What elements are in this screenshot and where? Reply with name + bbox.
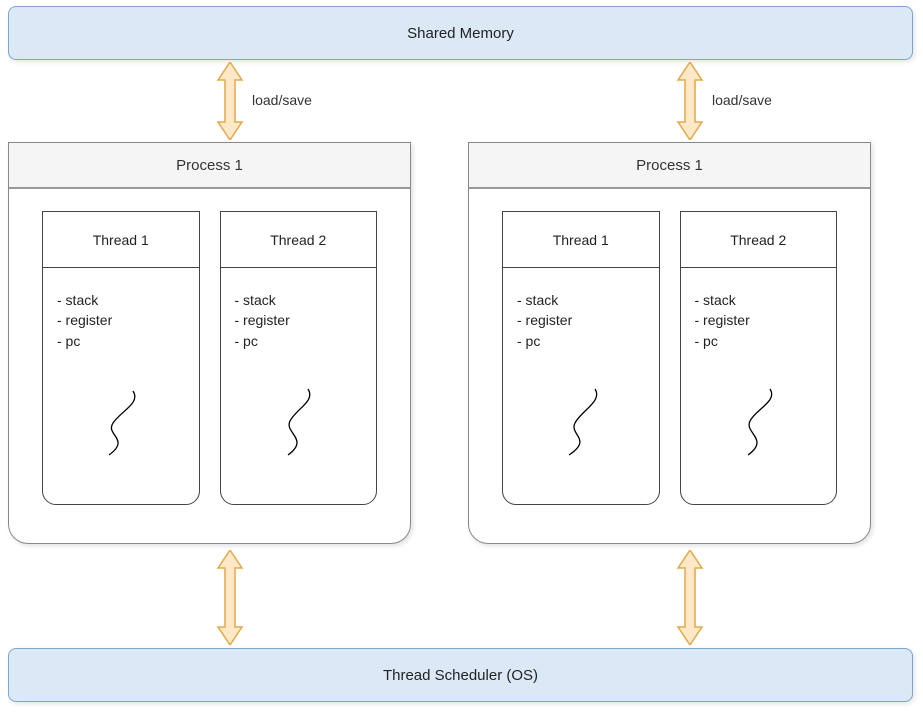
thread-scheduler-label: Thread Scheduler (OS) xyxy=(383,667,538,684)
process-1-thread-2-register: - register xyxy=(235,310,363,330)
process-2-thread-2-register: - register xyxy=(695,310,823,330)
process-2-thread-2-stack: - stack xyxy=(695,290,823,310)
arrow-top-right xyxy=(676,62,704,145)
process-2-thread-1-register: - register xyxy=(517,310,645,330)
process-1-thread-2: Thread 2 - stack - register - pc xyxy=(220,211,378,505)
process-2-header: Process 1 xyxy=(469,143,870,189)
process-2-thread-2-content: - stack - register - pc xyxy=(681,268,837,504)
process-1-thread-2-stack: - stack xyxy=(235,290,363,310)
thread-scheduler-box: Thread Scheduler (OS) xyxy=(8,648,913,702)
process-1-thread-1-register: - register xyxy=(57,310,185,330)
process-2-thread-2: Thread 2 - stack - register - pc xyxy=(680,211,838,505)
process-2-thread-1-squiggle xyxy=(517,351,645,494)
process-1-thread-1-squiggle xyxy=(57,351,185,494)
process-1-thread-2-pc: - pc xyxy=(235,331,363,351)
process-1-thread-2-content: - stack - register - pc xyxy=(221,268,377,504)
process-1-thread-2-title: Thread 2 xyxy=(221,212,377,268)
process-1-header: Process 1 xyxy=(9,143,410,189)
process-1-thread-1-content: - stack - register - pc xyxy=(43,268,199,504)
process-1-box: Process 1 Thread 1 - stack - register - … xyxy=(8,142,411,544)
process-2-thread-2-squiggle xyxy=(695,351,823,494)
shared-memory-box: Shared Memory xyxy=(8,6,913,60)
process-2-title: Process 1 xyxy=(636,157,703,174)
process-1-thread-1-pc: - pc xyxy=(57,331,185,351)
shared-memory-label: Shared Memory xyxy=(407,25,514,42)
process-2-thread-1-title: Thread 1 xyxy=(503,212,659,268)
process-1-thread-1-stack: - stack xyxy=(57,290,185,310)
process-2-body: Thread 1 - stack - register - pc Thread … xyxy=(469,189,870,527)
process-1-thread-1: Thread 1 - stack - register - pc xyxy=(42,211,200,505)
diagram-canvas: { "shared_memory": { "label": "Shared Me… xyxy=(0,0,923,723)
process-1-body: Thread 1 - stack - register - pc Thread … xyxy=(9,189,410,527)
process-2-thread-1: Thread 1 - stack - register - pc xyxy=(502,211,660,505)
arrow-top-right-label: load/save xyxy=(712,92,772,108)
arrow-top-left-label: load/save xyxy=(252,92,312,108)
process-2-thread-2-title: Thread 2 xyxy=(681,212,837,268)
process-1-thread-1-title: Thread 1 xyxy=(43,212,199,268)
process-1-title: Process 1 xyxy=(176,157,243,174)
arrow-bottom-left xyxy=(216,550,244,650)
arrow-bottom-right xyxy=(676,550,704,650)
process-2-thread-1-stack: - stack xyxy=(517,290,645,310)
arrow-top-left xyxy=(216,62,244,145)
process-2-box: Process 1 Thread 1 - stack - register - … xyxy=(468,142,871,544)
process-1-thread-2-squiggle xyxy=(235,351,363,494)
process-2-thread-2-pc: - pc xyxy=(695,331,823,351)
process-2-thread-1-content: - stack - register - pc xyxy=(503,268,659,504)
process-2-thread-1-pc: - pc xyxy=(517,331,645,351)
